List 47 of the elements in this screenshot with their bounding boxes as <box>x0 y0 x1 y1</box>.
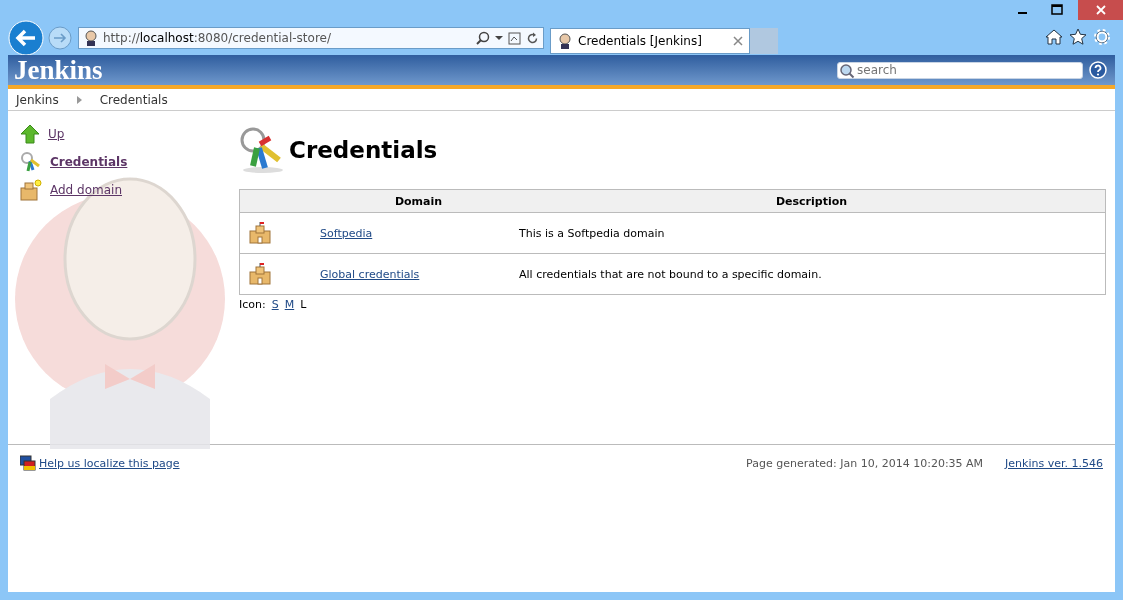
url-text: http://localhost:8080/credential-store/ <box>103 31 332 45</box>
search-icon[interactable] <box>476 31 490 45</box>
browser-tab[interactable]: Credentials [Jenkins] <box>550 28 750 54</box>
breadcrumb-link[interactable]: Jenkins <box>16 92 59 107</box>
domain-link[interactable]: Global credentials <box>320 267 420 281</box>
sidebar-link[interactable]: Add domain <box>50 183 122 197</box>
table-cell: This is a Softpedia domain <box>519 226 665 240</box>
breadcrumb-link[interactable]: Credentials <box>99 92 168 107</box>
localize-link[interactable]: Help us localize this page <box>39 456 180 470</box>
chevron-icon <box>76 95 82 104</box>
close-icon[interactable] <box>733 36 743 46</box>
close-button[interactable] <box>1078 0 1123 20</box>
caret-icon[interactable] <box>495 35 503 41</box>
icon-size-link[interactable]: M <box>284 298 295 311</box>
help-icon[interactable] <box>1089 61 1107 79</box>
icon-size-label: Icon: <box>239 298 266 311</box>
domain-link[interactable]: Softpedia <box>320 226 373 240</box>
star-icon[interactable] <box>1069 28 1087 46</box>
address-bar[interactable]: http://localhost:8080/credential-store/ <box>78 27 544 49</box>
jenkins-logo[interactable]: Jenkins <box>14 54 831 86</box>
flags-icon <box>20 455 36 471</box>
page-generated-text: Page generated: Jan 10, 2014 10:20:35 AM <box>746 456 984 470</box>
add-domain-icon <box>20 179 42 201</box>
castle-icon <box>248 221 272 245</box>
maximize-icon[interactable] <box>1051 4 1063 16</box>
home-icon[interactable] <box>1045 28 1063 46</box>
column-header: Description <box>518 189 1106 213</box>
butler-icon <box>557 33 573 49</box>
table-cell: All credentials that are not bound to a specific domain. <box>519 267 822 281</box>
up-arrow-icon <box>20 124 40 144</box>
search-icon <box>839 62 855 79</box>
back-button[interactable] <box>8 20 44 56</box>
icon-size-link[interactable]: L <box>300 298 307 311</box>
sidebar-link[interactable]: Credentials <box>50 155 128 169</box>
icon-size-link[interactable]: S <box>271 298 279 311</box>
compatibility-icon[interactable] <box>508 31 521 45</box>
butler-icon <box>83 30 99 46</box>
column-header: Domain <box>319 189 518 213</box>
page-title: Credentials <box>289 137 438 163</box>
refresh-icon[interactable] <box>526 31 539 45</box>
sidebar-link[interactable]: Up <box>48 127 65 141</box>
close-icon <box>1095 5 1106 15</box>
version-link[interactable]: Jenkins ver. 1.546 <box>1005 456 1103 470</box>
castle-icon <box>248 262 272 286</box>
search-field[interactable]: search <box>837 61 1083 79</box>
settings-icon[interactable] <box>1093 28 1111 46</box>
keys-icon <box>20 151 42 173</box>
